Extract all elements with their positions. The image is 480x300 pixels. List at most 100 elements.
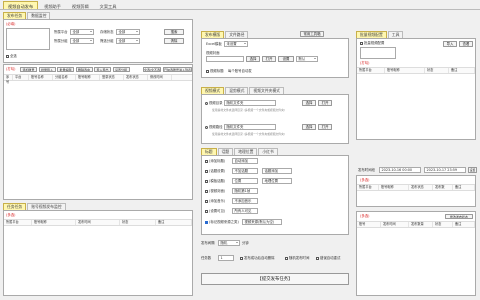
video-folder-select-button[interactable]: 选择 bbox=[302, 100, 316, 106]
log-tag: (多选) bbox=[360, 214, 370, 218]
import-export-button[interactable]: 导入导出 bbox=[94, 67, 111, 72]
option-source-field[interactable]: 视频来源(默认为空) bbox=[242, 219, 282, 225]
col-header: 备注 bbox=[449, 68, 475, 73]
filter-panel: (必填) 所属平台 全部 所属分组 全部 存储状态 全部 筛选分组 全部 搜索 … bbox=[3, 19, 193, 63]
subtab-publish-task[interactable]: 发布任务 bbox=[3, 12, 27, 19]
option-add-title-check[interactable]: (添加标题) bbox=[205, 159, 225, 163]
batch-config-area[interactable] bbox=[360, 47, 396, 59]
date-from-field[interactable]: 2023-10-16 00:00 bbox=[379, 167, 421, 173]
auto-delete-check[interactable]: 发布成功后自动删除 bbox=[240, 256, 275, 260]
right-tag: (打勾) bbox=[360, 61, 370, 65]
option-music-select[interactable]: 不添加音乐 bbox=[232, 198, 258, 204]
option-source-check[interactable]: (标记视频来源之类) bbox=[205, 220, 239, 224]
set-group-button[interactable]: 设置分组 bbox=[112, 67, 130, 72]
filter-group-select[interactable]: 全部 bbox=[116, 38, 140, 44]
option-add-title-select[interactable]: 自动添加 bbox=[232, 158, 258, 164]
tab-task[interactable]: 任务任务 bbox=[3, 203, 27, 210]
tab-folder-mode[interactable]: 视频文件夹模式 bbox=[249, 87, 284, 94]
radio-icon bbox=[205, 101, 208, 105]
video-path-open-button[interactable]: 打开 bbox=[318, 124, 332, 130]
auto-retry-check[interactable]: 错误自动重试 bbox=[316, 256, 340, 260]
account-text-area[interactable] bbox=[6, 28, 50, 50]
sub-tab-bar: 发布任务 数据监控 bbox=[3, 12, 51, 19]
tab-auto-publish[interactable]: 视频自动发布 bbox=[3, 1, 39, 9]
mode-tab-bar: 视频模式 混剪模式 视频文件夹模式 bbox=[201, 87, 285, 94]
video-folder-open-button[interactable]: 打开 bbox=[318, 100, 332, 106]
batch-import-button[interactable]: 批量导入 bbox=[38, 67, 56, 72]
option-music-check[interactable]: (添加音乐) bbox=[205, 199, 225, 203]
video-path-radio[interactable]: 视频路径 bbox=[205, 125, 223, 129]
tab-publish-monitor[interactable]: 账号视频发布监控 bbox=[27, 203, 66, 210]
cover-label: 视频封面 bbox=[206, 51, 220, 55]
toolbox-button[interactable]: 常用工具箱 bbox=[300, 31, 324, 37]
subtab-data-monitor[interactable]: 数据监控 bbox=[27, 12, 51, 19]
checkbox-icon bbox=[205, 159, 208, 163]
import-button[interactable]: 导入 bbox=[443, 41, 457, 47]
random-time-check[interactable]: 随机发布时间 bbox=[285, 256, 309, 260]
batch-config-check[interactable]: 批量视频配置 bbox=[360, 41, 384, 45]
tab-topic[interactable]: 话题 bbox=[217, 148, 234, 155]
tab-publish-template[interactable]: 发布模版 bbox=[201, 31, 225, 38]
task-count-field[interactable]: 1 bbox=[218, 255, 234, 261]
option-location-check[interactable]: (模板话题) bbox=[205, 179, 225, 183]
video-path-field[interactable]: 随机文件夹 bbox=[224, 124, 276, 130]
list-tag: (打勾) bbox=[6, 67, 16, 71]
account-table: 序号 平台 账号名称 分组名称 账号昵称 登录状态 发布状态 修改时间 bbox=[4, 74, 192, 199]
platform-select[interactable]: 全部 bbox=[70, 29, 94, 35]
cover-settings-button[interactable]: 设置 bbox=[278, 56, 294, 62]
set-range-button[interactable]: 设置 bbox=[468, 167, 477, 173]
tab-copy-tools[interactable]: 文案工具 bbox=[95, 1, 122, 9]
status-select[interactable]: 全部 bbox=[116, 29, 140, 35]
task-count-label: 任务数 bbox=[201, 256, 212, 260]
interval-select[interactable]: 随机 bbox=[218, 240, 240, 246]
option-location-field[interactable]: 地理位置 bbox=[262, 178, 292, 184]
group-select[interactable]: 全部 bbox=[70, 38, 94, 44]
view-button[interactable]: 查看 bbox=[459, 41, 473, 47]
tab-video-assistant[interactable]: 视频助手 bbox=[39, 1, 66, 9]
log-table-header: 账号 发布时间 发布数量 状态 备注 bbox=[357, 222, 475, 228]
add-checked-button[interactable]: 已勾选账号进入列表 bbox=[163, 67, 192, 72]
option-topic-field[interactable]: 话题添加 bbox=[262, 168, 292, 174]
publish-log-panel: (多选) 修改发布状态 账号 发布时间 发布数量 状态 备注 bbox=[356, 211, 476, 296]
video-folder-radio[interactable]: 视频目录 bbox=[205, 101, 223, 105]
tab-batch-config[interactable]: 批量视频配置 bbox=[356, 31, 387, 38]
tab-title[interactable]: 标题 bbox=[201, 148, 217, 155]
option-visibility-select[interactable]: 所有人可见 bbox=[232, 208, 258, 214]
tab-tools[interactable]: 工具 bbox=[387, 31, 404, 38]
col-header: 账号昵称 bbox=[32, 220, 76, 225]
cover-open-button[interactable]: 打开 bbox=[262, 56, 276, 62]
video-folder-field[interactable]: 随机文件夹 bbox=[224, 100, 276, 106]
option-visibility-check[interactable]: (设置可见) bbox=[205, 209, 225, 213]
video-path-select-button[interactable]: 选择 bbox=[302, 124, 316, 130]
tab-mix-mode[interactable]: 混剪模式 bbox=[225, 87, 249, 94]
option-topic-check[interactable]: (话题设置) bbox=[205, 169, 225, 173]
col-header: 状态 bbox=[120, 220, 156, 225]
excel-select[interactable]: 未设置 bbox=[224, 41, 248, 47]
toggle-all-button[interactable]: 全选/全不选 bbox=[143, 67, 161, 72]
search-button[interactable]: 搜索 bbox=[164, 29, 184, 35]
option-location-select[interactable]: 位置 bbox=[232, 178, 258, 184]
video-title-check[interactable]: 视频标题 bbox=[206, 69, 224, 73]
cover-select-button[interactable]: 选择 bbox=[246, 56, 260, 62]
cover-path-field[interactable] bbox=[206, 56, 244, 62]
add-account-button[interactable]: 添加账号 bbox=[20, 67, 37, 72]
date-to-field[interactable]: 2023-10-17 23:59 bbox=[424, 167, 466, 173]
batch-edit-button[interactable]: 批量编辑 bbox=[57, 67, 74, 72]
select-all-check[interactable]: 全选 bbox=[6, 54, 17, 58]
tab-video-mode[interactable]: 视频模式 bbox=[201, 87, 225, 94]
tab-location[interactable]: 地理位置 bbox=[234, 148, 258, 155]
col-header: 发布时间 bbox=[381, 222, 409, 227]
col-header: 账号昵称 bbox=[76, 75, 100, 80]
clear-button[interactable]: 清除 bbox=[164, 38, 184, 44]
modify-status-button[interactable]: 修改发布状态 bbox=[445, 214, 473, 219]
option-topic-select[interactable]: 不加话题 bbox=[232, 168, 258, 174]
default-select[interactable]: 默认 bbox=[296, 56, 318, 62]
option-cover-check[interactable]: (视频封面) bbox=[205, 189, 225, 193]
tab-file-path[interactable]: 文件路径 bbox=[225, 31, 249, 38]
tab-xiaohongshu[interactable]: 小红书 bbox=[258, 148, 278, 155]
option-cover-select[interactable]: 随机第1帧 bbox=[232, 188, 258, 194]
video-folder-note: 使用素材文件夹选择目录 (多视频一个文件夹或视频文件夹) bbox=[212, 108, 285, 112]
tab-video-edit[interactable]: 视频剪辑 bbox=[67, 1, 94, 9]
delete-selected-button[interactable]: 删除选中 bbox=[75, 67, 93, 72]
submit-task-button[interactable]: 【提交发布任务】 bbox=[201, 273, 349, 285]
